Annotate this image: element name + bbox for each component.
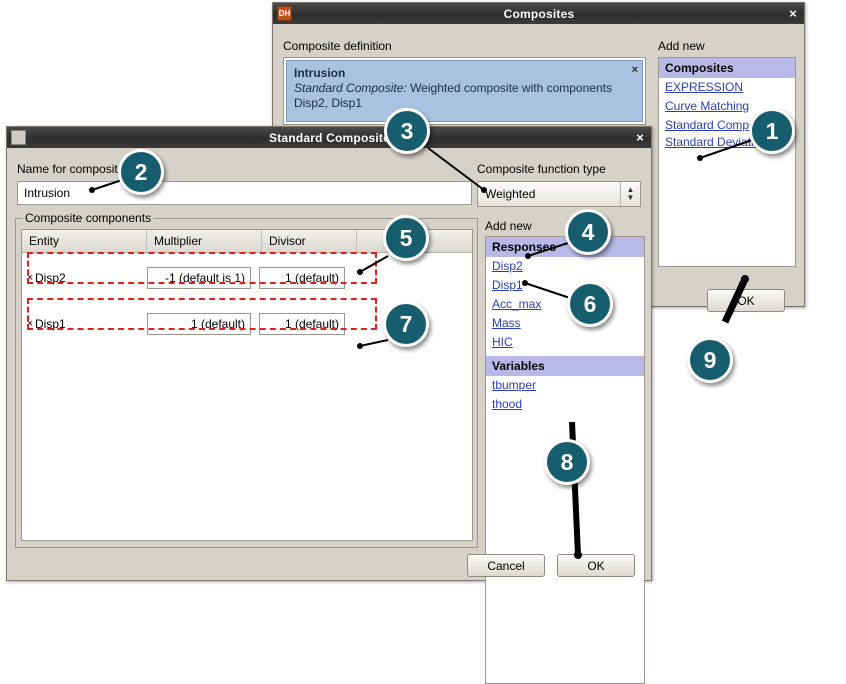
composite-definition-entry[interactable]: Intrusion Standard Composite: Weighted c… (286, 60, 643, 122)
row-entity-label: Disp2 (35, 271, 66, 285)
composites-window-title: Composites (503, 6, 575, 21)
annotation-marker-4: 4 (565, 209, 611, 255)
response-item-disp2[interactable]: Disp2 (486, 257, 644, 276)
annotation-marker-2: 2 (118, 149, 164, 195)
name-for-composite-input[interactable] (17, 181, 472, 205)
composites-ok-button[interactable]: OK (707, 289, 785, 312)
app-icon: DH (277, 6, 292, 21)
composite-definition-label: Composite definition (283, 39, 392, 53)
remove-composite-icon[interactable]: × (632, 63, 638, 78)
column-header-multiplier: Multiplier (147, 230, 262, 252)
composite-entry-type: Standard Composite: (294, 81, 407, 95)
standard-composite-window: Standard Composite × Name for composite … (6, 126, 652, 684)
row-multiplier-input[interactable] (147, 313, 251, 335)
composites-list-item-expression[interactable]: EXPRESSION (659, 78, 795, 97)
row-entity-label: Disp1 (35, 317, 66, 331)
composite-entry-name: Intrusion (294, 66, 346, 80)
variable-item-tbumper[interactable]: tbumper (486, 376, 644, 395)
composites-type-list: Composites EXPRESSION Curve Matching Sta… (658, 57, 796, 267)
composite-function-type-select[interactable]: Weighted ▲ ▼ (477, 181, 641, 207)
annotation-marker-9: 9 (687, 337, 733, 383)
column-header-entity: Entity (22, 230, 147, 252)
standard-composite-window-title: Standard Composite (269, 130, 390, 145)
column-header-divisor: Divisor (262, 230, 357, 252)
variable-item-thood[interactable]: thood (486, 395, 644, 414)
table-row: × Disp2 (22, 262, 472, 294)
composites-titlebar: DH Composites × (273, 3, 804, 24)
ok-button[interactable]: OK (557, 554, 635, 577)
window-icon (11, 130, 26, 145)
annotation-marker-3: 3 (384, 108, 430, 154)
composite-function-type-label: Composite function type (477, 162, 606, 176)
add-new-label-composites: Add new (658, 39, 705, 53)
add-new-label-responses: Add new (485, 219, 532, 233)
row-divisor-input[interactable] (259, 267, 345, 289)
composite-components-table: Entity Multiplier Divisor × Disp2 × Disp… (21, 229, 473, 541)
composite-components-group: Composite components Entity Multiplier D… (15, 211, 478, 548)
cancel-button[interactable]: Cancel (467, 554, 545, 577)
response-item-disp1[interactable]: Disp1 (486, 276, 644, 295)
standard-composite-body: Name for composite Composite function ty… (7, 148, 651, 684)
annotation-marker-8: 8 (544, 439, 590, 485)
annotation-marker-6: 6 (567, 281, 613, 327)
standard-composite-titlebar: Standard Composite × (7, 127, 651, 148)
row-multiplier-input[interactable] (147, 267, 251, 289)
close-icon[interactable]: × (633, 131, 647, 145)
response-item-acc-max[interactable]: Acc_max (486, 295, 644, 314)
annotation-marker-7: 7 (383, 301, 429, 347)
responses-list-header: Responses (486, 237, 644, 257)
remove-row-icon[interactable]: × (25, 318, 35, 330)
remove-row-icon[interactable]: × (25, 272, 35, 284)
chevron-updown-icon[interactable]: ▲ ▼ (620, 182, 640, 206)
close-icon[interactable]: × (786, 7, 800, 21)
annotation-marker-5: 5 (383, 215, 429, 261)
annotation-marker-1: 1 (749, 108, 795, 154)
response-item-hic[interactable]: HIC (486, 333, 644, 352)
composite-definition-list[interactable]: Intrusion Standard Composite: Weighted c… (283, 57, 646, 125)
name-for-composite-label: Name for composite (17, 162, 125, 176)
response-item-mass[interactable]: Mass (486, 314, 644, 333)
composite-function-type-value: Weighted (485, 187, 536, 201)
composite-components-label: Composite components (22, 211, 155, 225)
variables-list-header: Variables (486, 356, 644, 376)
row-divisor-input[interactable] (259, 313, 345, 335)
composites-list-header: Composites (659, 58, 795, 78)
composite-entry-description: Standard Composite: Weighted composite w… (294, 81, 635, 111)
